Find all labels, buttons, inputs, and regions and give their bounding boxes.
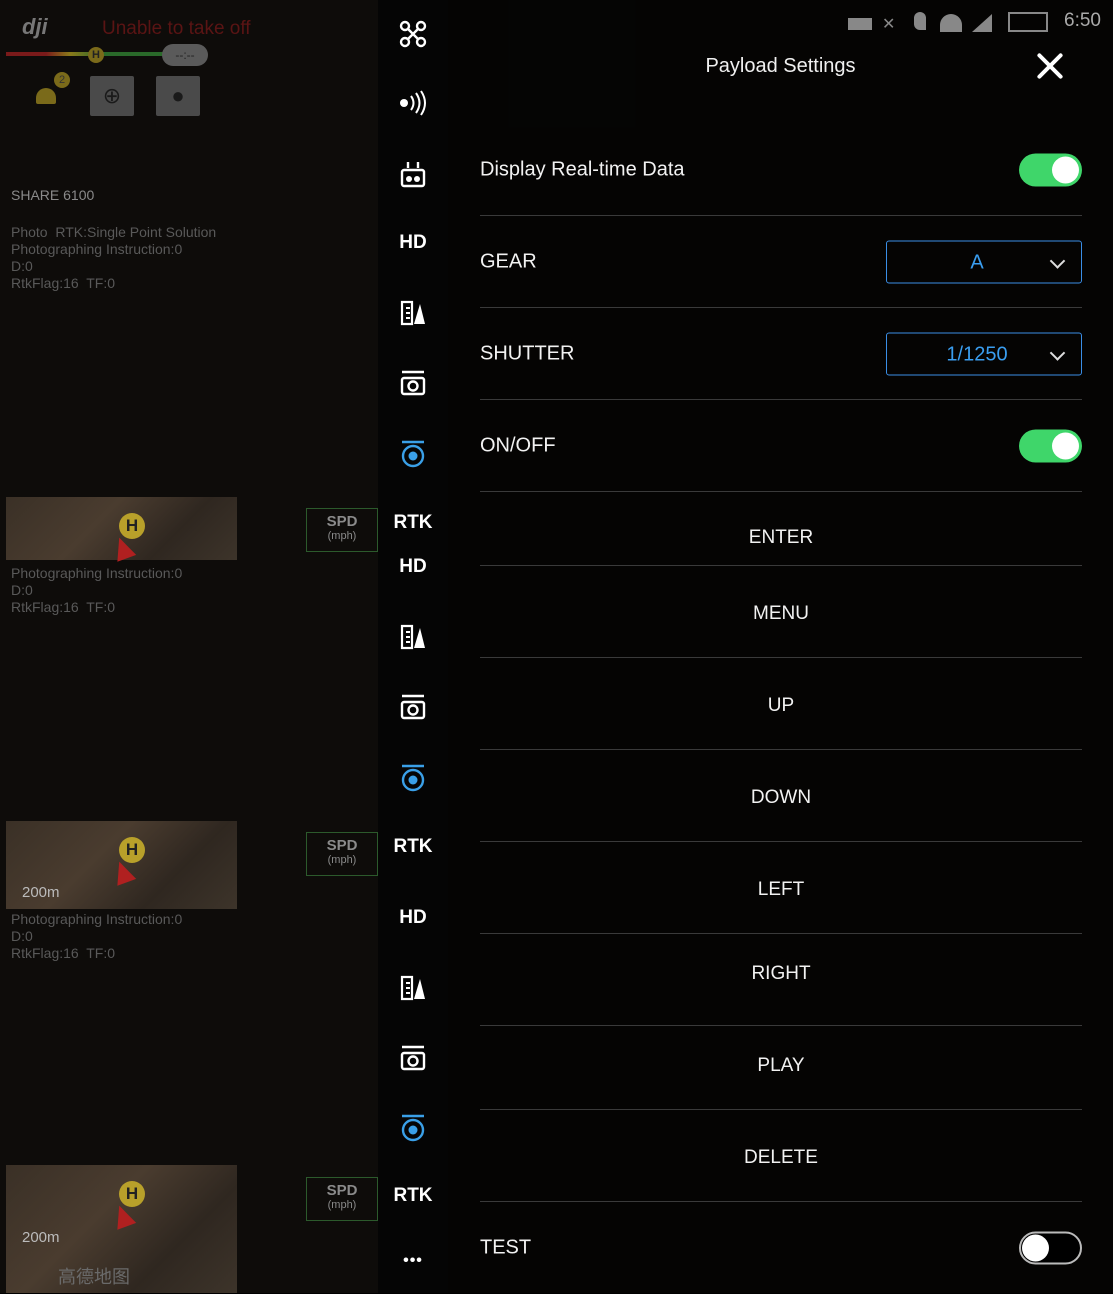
down-button[interactable]: DOWN xyxy=(480,750,1082,842)
play-label: PLAY xyxy=(757,1055,805,1076)
menu-button[interactable]: MENU xyxy=(480,566,1082,658)
left-label: LEFT xyxy=(757,879,805,900)
test-toggle[interactable] xyxy=(1019,1231,1082,1265)
delete-label: DELETE xyxy=(744,1147,818,1168)
spd-unit: (mph) xyxy=(327,530,357,542)
right-button[interactable]: RIGHT xyxy=(480,934,1082,1026)
speed-indicator: SPD (mph) xyxy=(306,508,378,552)
system-status-icons: ✕ xyxy=(848,12,1008,34)
row-onoff: ON/OFF xyxy=(480,400,1082,492)
row-test: TEST xyxy=(480,1202,1082,1294)
onoff-toggle[interactable] xyxy=(1019,429,1082,462)
flight-time-pill: --:-- xyxy=(162,44,208,66)
shutter-select[interactable]: 1/1250 xyxy=(886,332,1082,375)
takeoff-warning: Unable to take off xyxy=(102,18,251,39)
hd-icon[interactable]: HD xyxy=(378,907,448,929)
notification-count: 2 xyxy=(54,72,70,88)
test-label: TEST xyxy=(480,1236,532,1259)
mini-map-3[interactable]: H 200m 高德地图 xyxy=(6,1165,237,1293)
spd-unit: (mph) xyxy=(327,1199,357,1211)
payload-settings-icon[interactable] xyxy=(378,764,448,798)
spd-label: SPD xyxy=(326,513,358,530)
mini-map[interactable]: H xyxy=(6,497,237,562)
battery-icon xyxy=(1008,12,1048,32)
obstacle-avoidance-icon[interactable] xyxy=(378,300,448,332)
location-icon xyxy=(914,12,926,30)
rtk-icon[interactable]: RTK xyxy=(378,512,448,534)
payload-settings-icon[interactable] xyxy=(378,440,448,474)
side-toolbar: HD RTK HD RTK HD RTK ••• xyxy=(378,0,448,1293)
map-scale: 200m xyxy=(22,884,60,901)
home-marker: H xyxy=(88,47,104,63)
rtk-icon[interactable]: RTK xyxy=(378,1185,448,1207)
info-block-1: Photo RTK:Single Point Solution Photogra… xyxy=(11,224,217,291)
rtk-icon[interactable]: RTK xyxy=(378,836,448,858)
up-button[interactable]: UP xyxy=(480,658,1082,750)
dji-logo: dji xyxy=(22,14,48,39)
gear-label: GEAR xyxy=(480,250,537,272)
obstacle-avoidance-icon[interactable] xyxy=(378,975,448,1007)
close-icon[interactable] xyxy=(1034,50,1066,82)
payload-settings-icon[interactable] xyxy=(378,1114,448,1148)
notification-bell-icon[interactable]: 2 xyxy=(36,72,70,106)
battery-bar xyxy=(6,52,166,56)
display-realtime-toggle[interactable] xyxy=(1019,153,1082,186)
obstacle-avoidance-icon[interactable] xyxy=(378,624,448,656)
lock-icon[interactable]: ● xyxy=(156,76,200,116)
remote-controller-icon[interactable] xyxy=(378,160,448,194)
flight-mode-icon[interactable]: ⊕ xyxy=(90,76,134,116)
map-watermark: 高德地图 xyxy=(58,1267,130,1287)
aircraft-icon[interactable] xyxy=(378,20,448,54)
clock: 6:50 xyxy=(1064,10,1101,31)
spd-label: SPD xyxy=(326,1182,358,1199)
camera-icon[interactable] xyxy=(378,1045,448,1077)
row-display-realtime-data: Display Real-time Data xyxy=(480,124,1082,216)
row-shutter: SHUTTER 1/1250 xyxy=(480,308,1082,400)
signal-icon[interactable] xyxy=(378,90,448,122)
spd-label: SPD xyxy=(326,837,358,854)
hd-icon[interactable]: HD xyxy=(378,556,448,578)
panel-title: Payload Settings xyxy=(705,55,856,77)
left-button[interactable]: LEFT xyxy=(480,842,1082,934)
speed-indicator: SPD (mph) xyxy=(306,832,378,876)
right-label: RIGHT xyxy=(751,963,811,984)
wifi-icon xyxy=(940,14,962,32)
row-gear: GEAR A xyxy=(480,216,1082,308)
display-realtime-label: Display Real-time Data xyxy=(480,158,685,180)
mute-icon: ✕ xyxy=(882,16,896,33)
camera-icon[interactable] xyxy=(378,694,448,726)
down-label: DOWN xyxy=(750,787,812,808)
gear-value: A xyxy=(970,251,984,273)
share-label: SHARE 6100 xyxy=(11,187,95,203)
shutter-value: 1/1250 xyxy=(946,343,1008,365)
cellular-icon xyxy=(972,14,992,32)
gear-select[interactable]: A xyxy=(886,240,1082,283)
menu-label: MENU xyxy=(753,603,809,624)
delete-button[interactable]: DELETE xyxy=(480,1110,1082,1202)
up-label: UP xyxy=(767,695,795,716)
speed-indicator: SPD (mph) xyxy=(306,1177,378,1221)
onoff-label: ON/OFF xyxy=(480,434,556,456)
map-scale: 200m xyxy=(22,1229,60,1246)
camera-icon[interactable] xyxy=(378,370,448,402)
spd-unit: (mph) xyxy=(327,854,357,866)
enter-label: ENTER xyxy=(748,527,814,548)
shutter-label: SHUTTER xyxy=(480,342,575,364)
mini-map-2[interactable]: H 200m xyxy=(6,821,237,909)
keyboard-icon xyxy=(848,18,872,30)
enter-button[interactable]: ENTER xyxy=(480,492,1082,566)
more-icon[interactable]: ••• xyxy=(378,1252,448,1270)
hd-icon[interactable]: HD xyxy=(378,232,448,254)
info-block-3: Photographing Instruction:0 D:0 RtkFlag:… xyxy=(11,911,183,961)
info-block-2: Photographing Instruction:0 D:0 RtkFlag:… xyxy=(11,565,183,615)
play-button[interactable]: PLAY xyxy=(480,1018,1082,1110)
